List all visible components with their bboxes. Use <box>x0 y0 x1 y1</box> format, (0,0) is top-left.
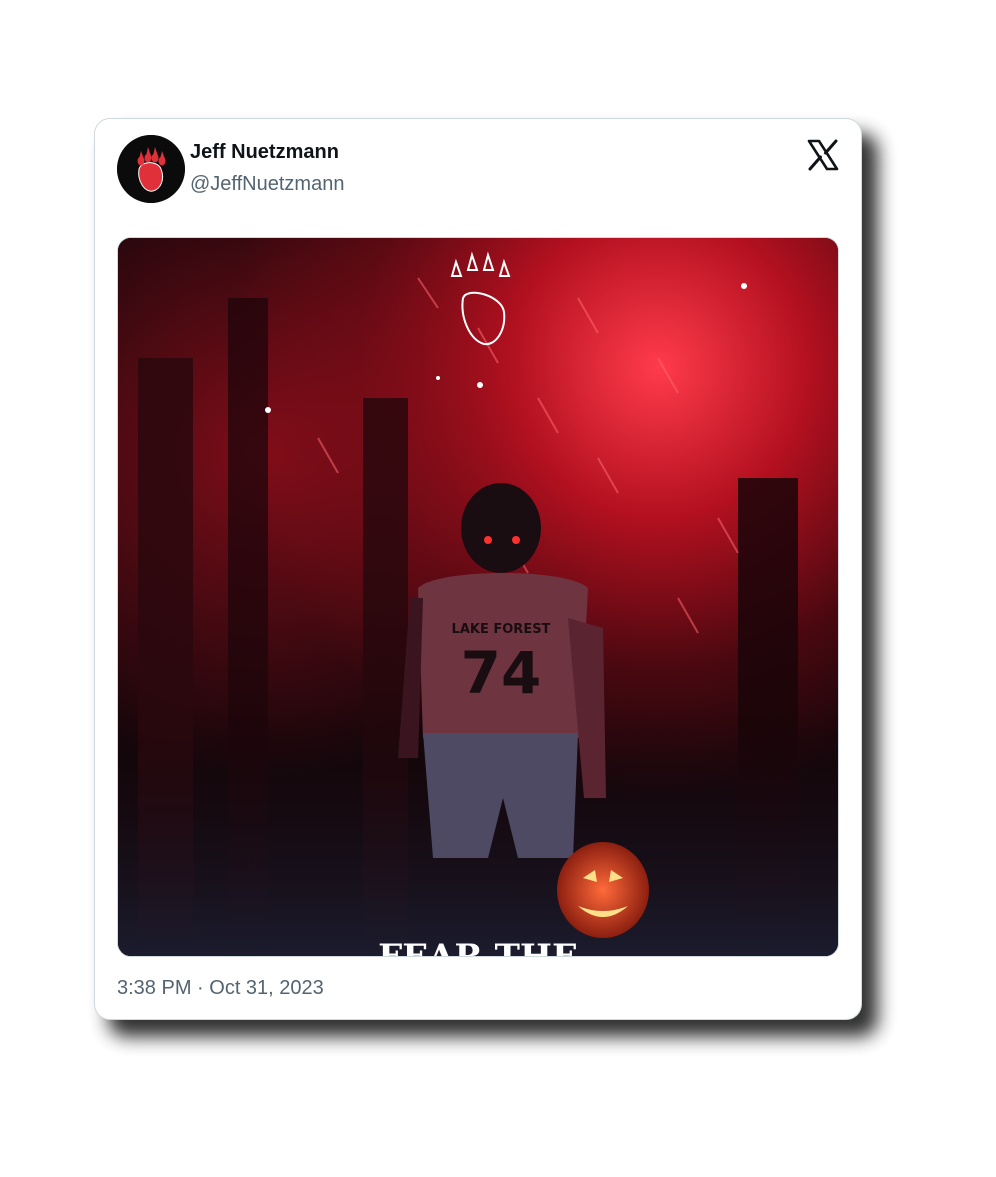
tweet-time: 3:38 PM <box>117 977 192 999</box>
tweet-timestamp[interactable]: 3:38 PM · Oct 31, 2023 <box>117 977 324 1000</box>
user-handle[interactable]: @JeffNuetzmann <box>190 173 344 196</box>
poster-caption: FEAR THE <box>378 937 578 956</box>
jack-o-lantern <box>557 842 649 938</box>
screenshot-stage: Jeff Nuetzmann @JeffNuetzmann LAKE FORES… <box>0 0 996 1177</box>
display-name[interactable]: Jeff Nuetzmann <box>190 141 339 164</box>
bear-paw-icon <box>117 135 185 203</box>
jersey-number-text: 74 <box>461 639 542 707</box>
halloween-poster: LAKE FOREST 74 FEAR THE <box>118 238 838 956</box>
timestamp-separator: · <box>191 977 210 999</box>
tweet-media-image[interactable]: LAKE FOREST 74 FEAR THE <box>117 237 839 957</box>
jersey-school-text: LAKE FOREST <box>452 622 551 637</box>
x-logo-icon[interactable] <box>806 138 840 172</box>
tweet-card[interactable]: Jeff Nuetzmann @JeffNuetzmann LAKE FORES… <box>94 118 862 1020</box>
avatar[interactable] <box>117 135 185 203</box>
tweet-date: Oct 31, 2023 <box>209 977 324 999</box>
